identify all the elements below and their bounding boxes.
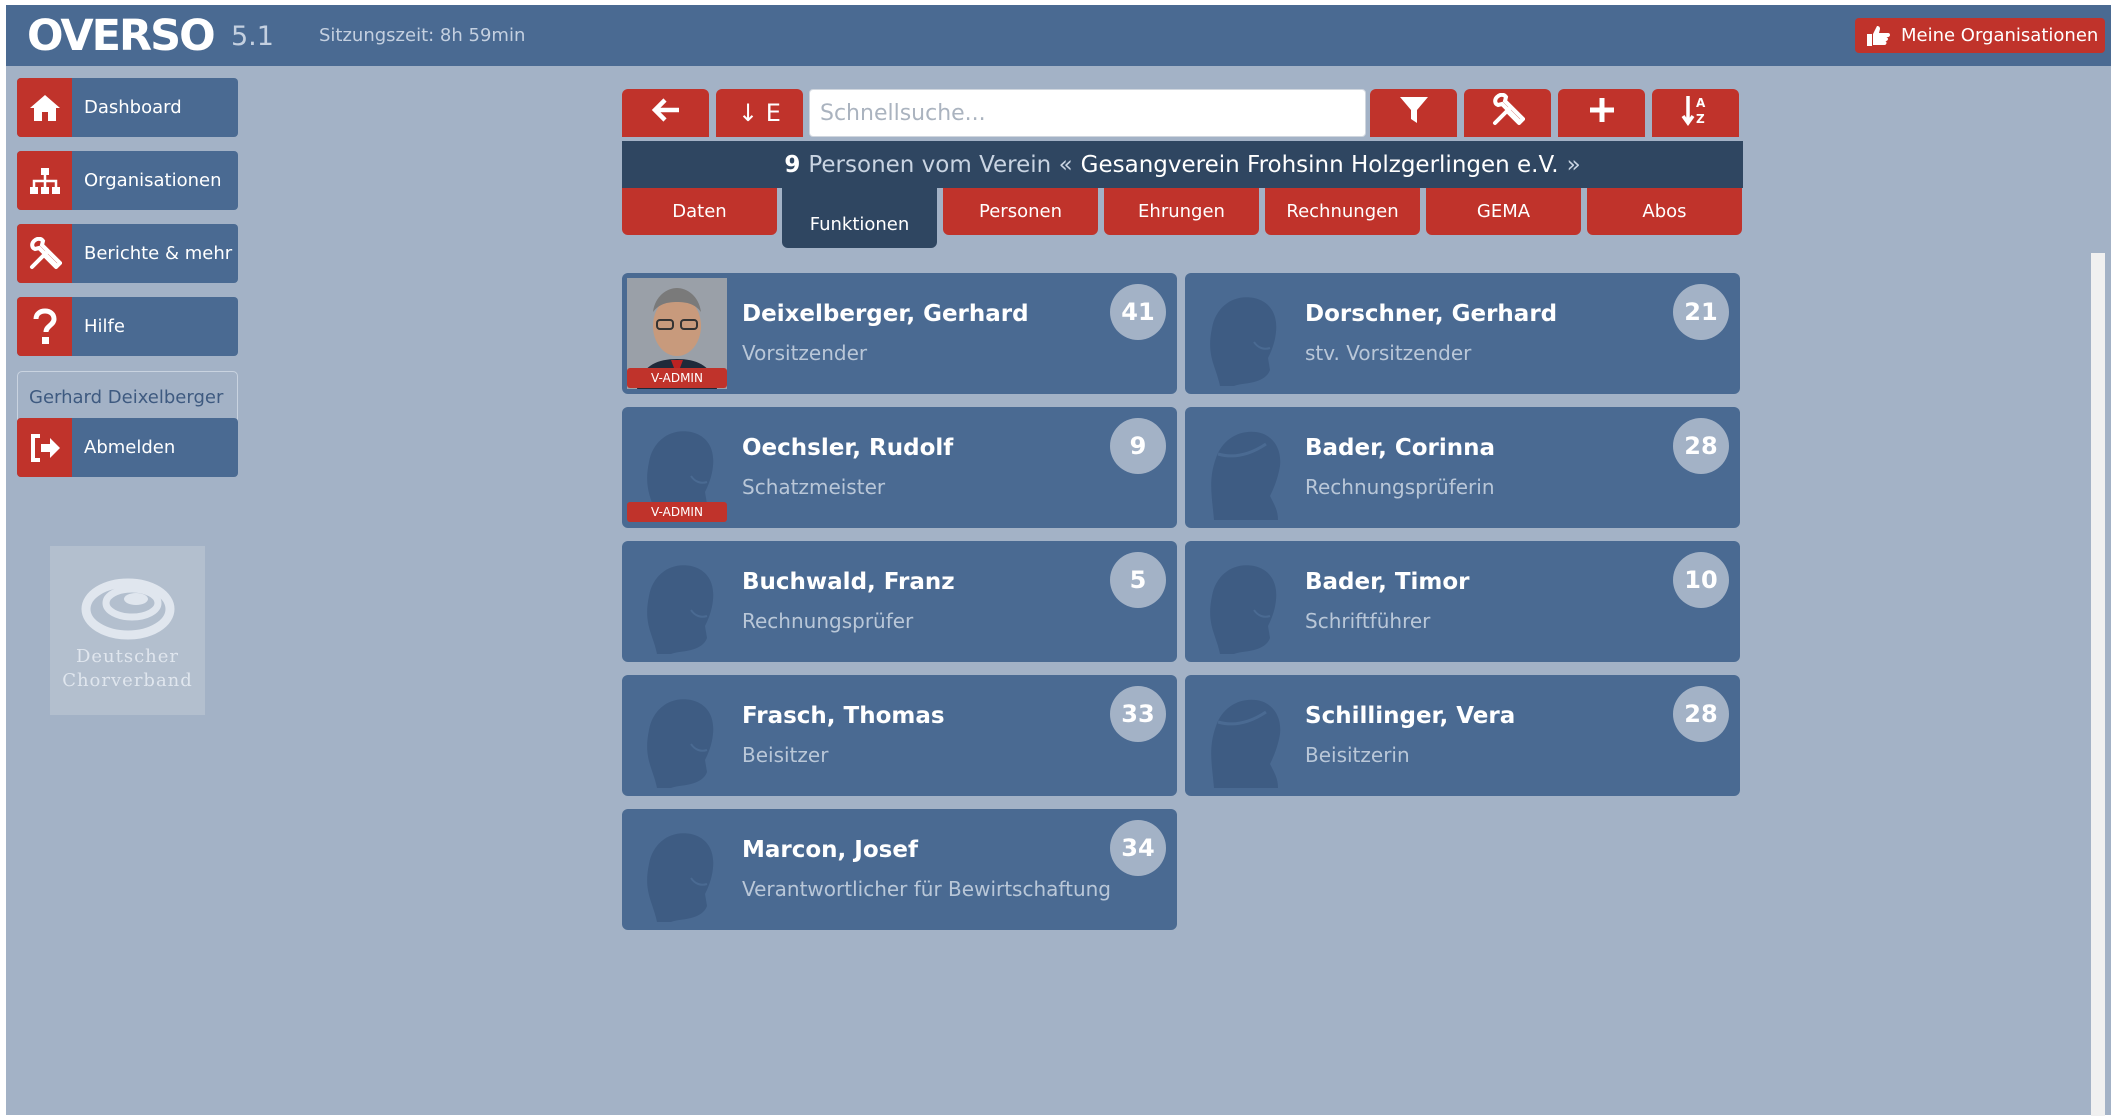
person-name: Marcon, Josef (742, 837, 918, 863)
person-count-badge: 33 (1110, 686, 1166, 742)
logo-text-line2: Chorverband (62, 670, 193, 691)
current-user-name: Gerhard Deixelberger (29, 387, 224, 408)
scrollbar[interactable] (2091, 253, 2105, 1116)
person-role: Rechnungsprüferin (1305, 475, 1495, 499)
person-card[interactable]: Marcon, Josef Verantwortlicher für Bewirt… (622, 809, 1177, 930)
person-card[interactable]: Buchwald, Franz Rechnungsprüfer 5 (622, 541, 1177, 662)
svg-text:Z: Z (1696, 112, 1705, 126)
filter-button[interactable] (1370, 89, 1457, 137)
question-icon (17, 297, 72, 356)
logo-text-line1: Deutscher (75, 646, 180, 667)
male-avatar-icon (627, 680, 727, 791)
person-count-badge: 21 (1673, 284, 1729, 340)
tools-icon (17, 224, 72, 283)
add-button[interactable] (1558, 89, 1645, 137)
person-count-badge: 41 (1110, 284, 1166, 340)
person-role: Schriftführer (1305, 609, 1431, 633)
person-count-badge: 28 (1673, 686, 1729, 742)
sort-e-button[interactable]: ↓ E (716, 89, 803, 137)
sidebar-item-organisationen[interactable]: Organisationen (17, 151, 238, 210)
app-version: 5.1 (231, 21, 274, 52)
person-card[interactable]: Bader, Corinna Rechnungsprüferin 28 (1185, 407, 1740, 528)
sidebar-item-label: Dashboard (84, 97, 182, 118)
female-avatar-icon (1190, 412, 1290, 523)
male-avatar-icon (627, 546, 727, 657)
tab-abos[interactable]: Abos (1587, 188, 1742, 235)
filter-icon (1398, 94, 1430, 132)
chorverband-logo: Deutscher Chorverband (50, 546, 205, 715)
person-count-badge: 9 (1110, 418, 1166, 474)
sort-az-icon: AZ (1681, 94, 1711, 132)
person-name: Frasch, Thomas (742, 703, 945, 729)
sign-out-icon (17, 418, 72, 477)
person-card[interactable]: V-ADMIN Oechsler, Rudolf Schatzmeister 9 (622, 407, 1177, 528)
female-avatar-icon (1190, 680, 1290, 791)
tab-rechnungen[interactable]: Rechnungen (1265, 188, 1420, 235)
person-name: Buchwald, Franz (742, 569, 955, 595)
tab-funktionen[interactable]: Funktionen (782, 188, 937, 248)
person-role: Schatzmeister (742, 475, 886, 499)
back-button[interactable] (622, 89, 709, 137)
arrow-left-icon (651, 97, 681, 129)
pointing-hand-icon (1865, 24, 1891, 53)
top-bar: OVERSO 5.1 Sitzungszeit: 8h 59min Meine … (6, 5, 2111, 66)
person-card[interactable]: Bader, Timor Schriftführer 10 (1185, 541, 1740, 662)
sitemap-icon (17, 151, 72, 210)
male-avatar-icon (1190, 278, 1290, 389)
person-card[interactable]: Frasch, Thomas Beisitzer 33 (622, 675, 1177, 796)
sidebar-item-label: Berichte & mehr (84, 243, 233, 264)
svg-text:A: A (1696, 96, 1706, 110)
quick-search-input[interactable] (809, 89, 1366, 137)
male-avatar-icon (627, 814, 727, 925)
person-card[interactable]: V-ADMIN Deixelberger, Gerhard Vorsitzender… (622, 273, 1177, 394)
app-root: OVERSO 5.1 Sitzungszeit: 8h 59min Meine … (6, 5, 2111, 1116)
v-admin-badge: V-ADMIN (627, 502, 727, 522)
tab-personen[interactable]: Personen (943, 188, 1098, 235)
person-count: 9 (784, 151, 801, 178)
home-icon (17, 78, 72, 137)
person-name: Dorschner, Gerhard (1305, 301, 1558, 327)
tab-ehrungen[interactable]: Ehrungen (1104, 188, 1259, 235)
club-name: Gesangverein Frohsinn Holzgerlingen e.V. (1080, 151, 1559, 178)
plus-icon (1588, 96, 1616, 130)
person-name: Oechsler, Rudolf (742, 435, 954, 461)
v-admin-badge: V-ADMIN (627, 368, 727, 388)
person-role: Verantwortlicher für Bewirtschaftung (742, 877, 1111, 901)
banner-text: Personen vom Verein « (808, 151, 1073, 178)
person-role: Rechnungsprüfer (742, 609, 914, 633)
sidebar-item-label: Hilfe (84, 316, 125, 337)
person-role: Beisitzerin (1305, 743, 1410, 767)
sidebar-item-hilfe[interactable]: Hilfe (17, 297, 238, 356)
person-role: stv. Vorsitzender (1305, 341, 1472, 365)
session-time: Sitzungszeit: 8h 59min (319, 25, 526, 46)
tools-button[interactable] (1464, 89, 1551, 137)
person-role: Beisitzer (742, 743, 829, 767)
person-count-badge: 5 (1110, 552, 1166, 608)
club-banner: 9 Personen vom Verein « Gesangverein Fro… (622, 141, 1743, 188)
person-name: Schillinger, Vera (1305, 703, 1516, 729)
sidebar-item-berichte[interactable]: Berichte & mehr (17, 224, 238, 283)
male-avatar-icon (1190, 546, 1290, 657)
banner-close-quote: » (1566, 151, 1581, 178)
person-count-badge: 34 (1110, 820, 1166, 876)
my-organisations-button[interactable]: Meine Organisationen (1855, 18, 2105, 53)
person-role: Vorsitzender (742, 341, 868, 365)
person-card[interactable]: Schillinger, Vera Beisitzerin 28 (1185, 675, 1740, 796)
person-card[interactable]: Dorschner, Gerhard stv. Vorsitzender 21 (1185, 273, 1740, 394)
app-logo[interactable]: OVERSO (27, 11, 216, 61)
tab-gema[interactable]: GEMA (1426, 188, 1581, 235)
person-name: Deixelberger, Gerhard (742, 301, 1029, 327)
my-organisations-label: Meine Organisationen (1901, 25, 2099, 46)
logout-label: Abmelden (84, 437, 176, 458)
person-count-badge: 28 (1673, 418, 1729, 474)
logout-button[interactable]: Abmelden (17, 418, 238, 477)
sort-az-button[interactable]: AZ (1652, 89, 1739, 137)
sidebar-item-label: Organisationen (84, 170, 222, 191)
tab-daten[interactable]: Daten (622, 188, 777, 235)
person-name: Bader, Timor (1305, 569, 1470, 595)
tools-icon (1491, 92, 1526, 133)
sidebar-item-dashboard[interactable]: Dashboard (17, 78, 238, 137)
person-count-badge: 10 (1673, 552, 1729, 608)
person-name: Bader, Corinna (1305, 435, 1495, 461)
